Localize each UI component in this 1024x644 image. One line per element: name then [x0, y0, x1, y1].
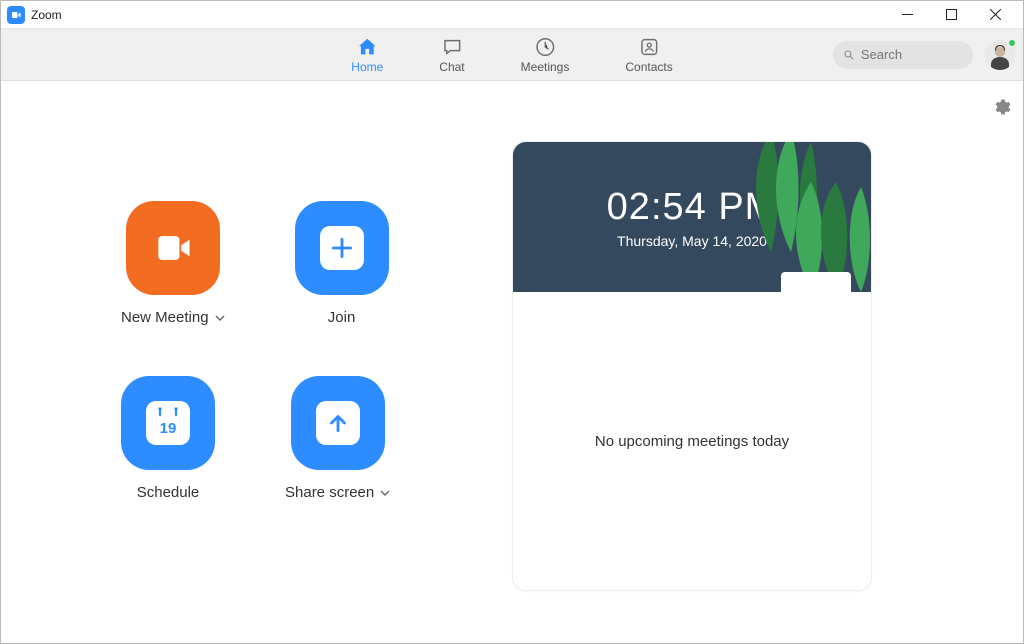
share-screen-tile [291, 376, 385, 470]
nav-meetings-label: Meetings [521, 60, 570, 74]
info-card: 02:54 PM Thursday, May 14, 2020 No upcom… [512, 141, 872, 591]
content-area: New Meeting Join [1, 81, 1023, 643]
maximize-button[interactable] [929, 2, 973, 28]
app-icon [7, 6, 25, 24]
clock-icon [534, 36, 556, 58]
nav-contacts-label: Contacts [625, 60, 672, 74]
nav-chat[interactable]: Chat [431, 32, 472, 78]
plant-pot [781, 272, 851, 292]
avatar[interactable] [985, 40, 1015, 70]
actions-panel: New Meeting Join [1, 81, 512, 643]
info-header: 02:54 PM Thursday, May 14, 2020 [513, 142, 871, 292]
chevron-down-icon[interactable] [215, 313, 225, 323]
settings-button[interactable] [991, 97, 1011, 117]
search-input[interactable] [861, 47, 963, 62]
calendar-day: 19 [160, 420, 177, 437]
schedule-label: Schedule [137, 484, 200, 501]
calendar-icon: 19 [146, 401, 190, 445]
presence-indicator [1007, 38, 1017, 48]
top-nav: Home Chat Meetings Contacts [1, 29, 1023, 81]
search-box[interactable] [833, 41, 973, 69]
schedule-tile: 19 [121, 376, 215, 470]
arrow-up-icon [325, 410, 351, 436]
info-panel: 02:54 PM Thursday, May 14, 2020 No upcom… [512, 81, 1023, 643]
share-screen-label: Share screen [285, 484, 374, 501]
info-body: No upcoming meetings today [513, 292, 871, 590]
nav-meetings[interactable]: Meetings [513, 32, 578, 78]
titlebar: Zoom [1, 1, 1023, 29]
contacts-icon [638, 36, 660, 58]
new-meeting-tile [126, 201, 220, 295]
search-icon [843, 48, 855, 62]
schedule-button[interactable]: 19 Schedule [121, 376, 215, 501]
share-screen-button[interactable]: Share screen [285, 376, 390, 501]
nav-home-label: Home [351, 60, 383, 74]
new-meeting-button[interactable]: New Meeting [121, 201, 225, 326]
video-icon [151, 226, 195, 270]
join-button[interactable]: Join [295, 201, 389, 326]
nav-home[interactable]: Home [343, 32, 391, 78]
no-meetings-text: No upcoming meetings today [595, 433, 789, 450]
join-label: Join [328, 309, 356, 326]
chevron-down-icon[interactable] [380, 488, 390, 498]
nav-contacts[interactable]: Contacts [617, 32, 680, 78]
minimize-button[interactable] [885, 2, 929, 28]
window-title: Zoom [31, 8, 62, 22]
new-meeting-label: New Meeting [121, 309, 209, 326]
plus-icon [329, 235, 355, 261]
home-icon [356, 36, 378, 58]
join-tile [295, 201, 389, 295]
chat-icon [441, 36, 463, 58]
window-controls [885, 2, 1017, 28]
nav-chat-label: Chat [439, 60, 464, 74]
close-button[interactable] [973, 2, 1017, 28]
